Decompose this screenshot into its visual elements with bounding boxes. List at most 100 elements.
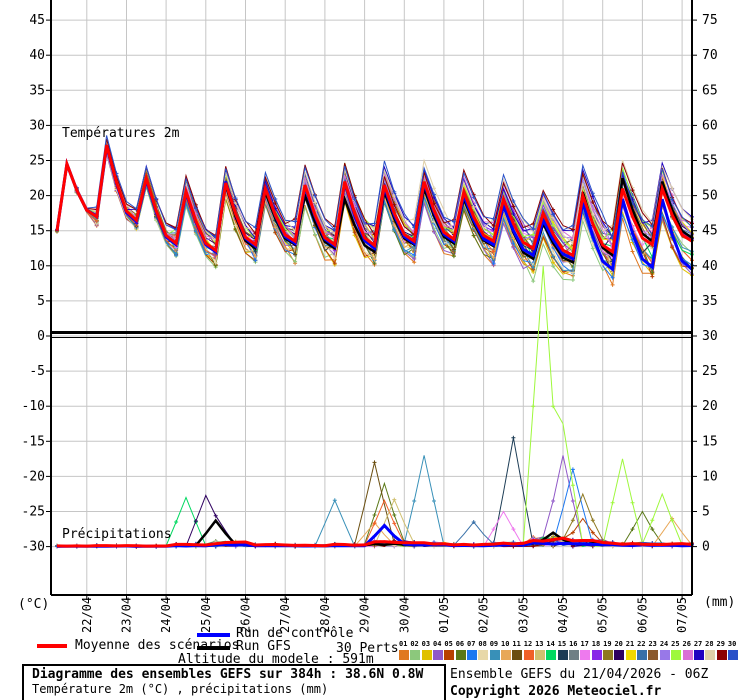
left-axis-tick-label: 40 <box>29 48 45 63</box>
pert-color-swatch <box>682 650 693 660</box>
axes: 454035302520151050-5-10-15-20-25-3075706… <box>18 0 735 633</box>
right-axis-tick-label: 35 <box>702 294 718 309</box>
pert-color-swatch <box>648 650 659 660</box>
pert-color-swatch <box>569 650 580 660</box>
pert-number-label: 23 <box>648 640 657 648</box>
left-axis-tick-label: -25 <box>22 505 45 520</box>
pert-number-label: 22 <box>637 640 646 648</box>
right-axis-tick-label: 40 <box>702 259 718 274</box>
right-axis-tick-label: 0 <box>702 540 710 555</box>
pert-number-label: 02 <box>410 640 419 648</box>
zero-line-separator <box>51 331 692 334</box>
left-axis-tick-label: 35 <box>29 83 45 98</box>
pert-color-swatch <box>455 650 466 660</box>
temperature-panel-label: Températures 2m <box>62 126 180 141</box>
left-axis-tick-label: 5 <box>37 294 45 309</box>
date-tick-label: 24/04 <box>159 597 173 633</box>
date-tick-label: 30/04 <box>397 597 411 633</box>
precipitation-panel-label: Précipitations <box>62 527 172 542</box>
left-axis-tick-label: 25 <box>29 154 45 169</box>
gefs-ensemble-diagram: 45 40 35 30 25 20 15 10 5 0 -5 -10 -15 -20 -25 -30 75 70 6… <box>0 0 740 700</box>
gfs-line-swatch <box>197 646 230 650</box>
pert-color-swatch <box>399 650 409 660</box>
pert-color-swatch <box>727 650 738 660</box>
pert-number-label: 04 <box>433 640 442 648</box>
pert-color-swatch <box>467 650 478 660</box>
control-line-swatch <box>197 633 230 637</box>
pert-color-swatch <box>705 650 716 660</box>
date-tick-label: 01/05 <box>437 597 451 633</box>
pert-number-label: 03 <box>421 640 431 648</box>
pert-number-label: 25 <box>671 640 680 648</box>
left-axis-tick-label: -20 <box>22 469 45 484</box>
pert-number-label: 17 <box>580 640 589 648</box>
pert-color-swatch <box>523 650 534 660</box>
chart-subtitle: Température 2m (°C) , précipitations (mm… <box>32 682 329 696</box>
pert-number-label: 21 <box>625 640 635 648</box>
pert-color-swatch <box>580 650 591 660</box>
pert-number-label: 10 <box>501 640 510 648</box>
pert-color-swatch <box>535 650 546 660</box>
pert-color-swatch <box>671 650 682 660</box>
pert-number-label: 24 <box>659 640 669 648</box>
pert-color-swatch <box>591 650 602 660</box>
pert-color-swatch <box>501 650 512 660</box>
pert-number-label: 16 <box>569 640 578 648</box>
left-axis-tick-label: 15 <box>29 224 45 239</box>
pert-color-swatch <box>489 650 500 660</box>
date-tick-label: 06/05 <box>635 597 649 633</box>
pert-color-swatch <box>625 650 636 660</box>
pert-number-label: 12 <box>523 640 533 648</box>
right-axis-tick-label: 65 <box>702 83 718 98</box>
date-tick-label: 05/05 <box>596 597 610 633</box>
pert-number-label: 19 <box>603 640 612 648</box>
pert-number-label: 06 <box>455 640 465 648</box>
date-tick-label: 04/05 <box>556 597 570 633</box>
date-tick-label: 23/04 <box>120 597 134 633</box>
run-info-label: Ensemble GEFS du 21/04/2026 - 06Z <box>450 667 709 682</box>
left-axis-unit: (°C) <box>18 597 49 612</box>
pert-number-label: 28 <box>705 640 714 648</box>
pert-number-label: 11 <box>512 640 521 648</box>
chart-title: Diagramme des ensembles GEFS sur 384h : … <box>32 667 424 682</box>
right-axis-tick-label: 20 <box>702 399 718 414</box>
left-axis-tick-label: 10 <box>29 259 45 274</box>
pert-number-label: 14 <box>546 640 555 648</box>
pert-color-swatch <box>478 650 489 660</box>
pert-color-swatch <box>512 650 523 660</box>
right-axis-tick-label: 15 <box>702 434 718 449</box>
left-axis-tick-label: 30 <box>29 118 45 133</box>
pert-color-swatch <box>410 650 421 660</box>
right-axis-tick-label: 25 <box>702 364 718 379</box>
precip-member-lines <box>55 265 694 549</box>
pert-number-label: 29 <box>716 640 725 648</box>
right-axis-tick-label: 45 <box>702 224 718 239</box>
gridlines <box>51 0 692 595</box>
temp-member-lines <box>55 135 694 287</box>
chart-title-box: Diagramme des ensembles GEFS sur 384h : … <box>22 664 446 700</box>
pert-color-swatch <box>421 650 432 660</box>
pert-number-label: 07 <box>467 640 476 648</box>
pert-color-swatch <box>614 650 625 660</box>
right-axis-tick-label: 75 <box>702 13 718 28</box>
date-tick-label: 25/04 <box>199 597 213 633</box>
pert-number-label: 08 <box>478 640 487 648</box>
left-axis-tick-label: -5 <box>29 364 45 379</box>
pert-number-label: 26 <box>682 640 691 648</box>
pert-number-label: 20 <box>614 640 623 648</box>
date-tick-label: 22/04 <box>80 597 94 633</box>
pert-number-label: 18 <box>591 640 601 648</box>
date-tick-label: 03/05 <box>516 597 530 633</box>
pert-number-label: 30 <box>727 640 737 648</box>
left-axis-tick-label: -10 <box>22 399 45 414</box>
right-axis-tick-label: 5 <box>702 505 710 520</box>
pert-number-label: 05 <box>444 640 453 648</box>
right-axis-tick-label: 50 <box>702 189 718 204</box>
date-tick-label: 02/05 <box>477 597 491 633</box>
pert-color-swatch <box>546 650 557 660</box>
ensemble-chart: 454035302520151050-5-10-15-20-25-3075706… <box>18 0 735 633</box>
pert-number-label: 27 <box>693 640 703 648</box>
copyright-label: Copyright 2026 Meteociel.fr <box>450 684 662 699</box>
pert-number-label: 13 <box>535 640 544 648</box>
pert-color-swatch <box>557 650 568 660</box>
